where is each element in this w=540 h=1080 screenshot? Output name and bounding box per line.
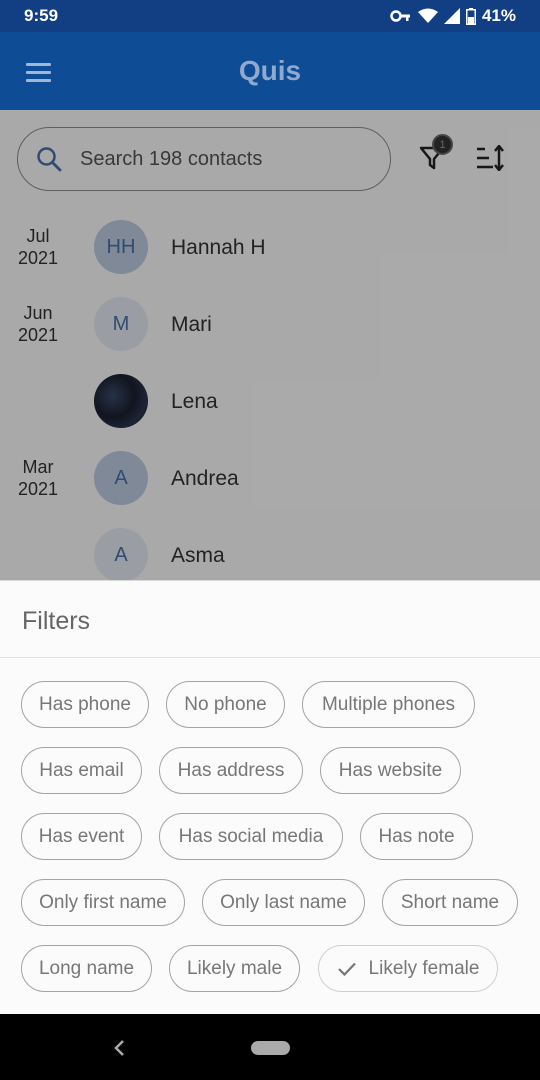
home-pill[interactable]	[251, 1041, 290, 1055]
battery-percent: 41%	[481, 6, 516, 25]
filter-chip-only-first-name[interactable]: Only first name	[21, 879, 185, 926]
status-bar: 9:59 41%	[0, 0, 540, 32]
filter-chip-multiple-phones[interactable]: Multiple phones	[302, 681, 475, 728]
filters-sheet: Filters Has phone No phone Multiple phon…	[0, 580, 540, 1014]
status-time: 9:59	[24, 6, 59, 25]
modal-scrim[interactable]	[0, 110, 540, 580]
menu-icon-line	[25, 62, 51, 66]
back-icon	[114, 1040, 124, 1056]
check-icon	[337, 961, 357, 977]
filter-chip-has-social-media[interactable]: Has social media	[159, 813, 343, 860]
filter-chip-has-note[interactable]: Has note	[360, 813, 473, 860]
wifi-icon	[417, 8, 438, 23]
sheet-title: Filters	[22, 607, 91, 635]
filter-chip-label: Likely female	[368, 957, 480, 979]
battery-icon	[465, 7, 476, 25]
divider	[0, 657, 540, 658]
key-icon	[390, 10, 410, 22]
filter-chip-has-phone[interactable]: Has phone	[21, 681, 149, 728]
status-icons: 41%	[390, 6, 516, 26]
filter-chip-no-phone[interactable]: No phone	[166, 681, 285, 728]
filter-chip-has-website[interactable]: Has website	[320, 747, 461, 794]
back-button[interactable]	[106, 1034, 134, 1062]
filter-chip-short-name[interactable]: Short name	[382, 879, 518, 926]
filter-chip-only-last-name[interactable]: Only last name	[202, 879, 365, 926]
filter-chip-has-email[interactable]: Has email	[21, 747, 142, 794]
app-bar: Quis	[0, 32, 540, 110]
signal-icon	[443, 8, 460, 24]
filter-chip-long-name[interactable]: Long name	[21, 945, 152, 992]
filter-chip-has-address[interactable]: Has address	[159, 747, 303, 794]
menu-button[interactable]	[16, 52, 60, 92]
filter-chip-likely-male[interactable]: Likely male	[169, 945, 300, 992]
menu-icon-line	[25, 70, 51, 74]
system-nav-bar	[0, 1014, 540, 1080]
filter-chip-likely-female[interactable]: Likely female	[318, 945, 498, 992]
filter-chip-has-event[interactable]: Has event	[21, 813, 142, 860]
menu-icon-line	[25, 78, 51, 82]
app-title: Quis	[238, 55, 302, 86]
